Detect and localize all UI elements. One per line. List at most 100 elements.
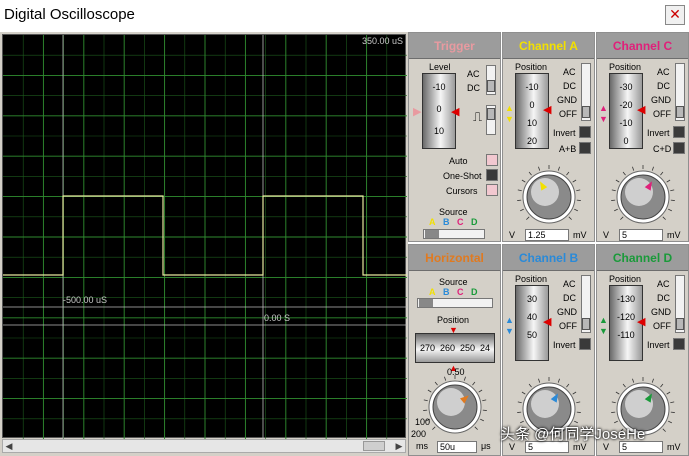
ch-d-coupling-switch[interactable] [675,275,685,333]
horizontal-position-drum[interactable]: 270 260 250 24 [415,333,495,363]
horizontal-source-slider[interactable] [417,298,493,308]
dial-tick [557,378,560,383]
ch-c-updown-icon[interactable]: ▲ ▼ [599,103,608,125]
ch-c-unit-v: V [603,230,610,240]
cursors-toggle[interactable] [486,184,498,196]
h-pos-tick: 270 [420,343,436,353]
h-source-d[interactable]: D [471,287,478,297]
timebase-dial-mid: 100 [415,417,431,427]
close-button[interactable]: ✕ [665,5,685,25]
ch-c-pos-tick: 0 [623,136,629,146]
one-shot-toggle[interactable] [486,169,498,181]
scroll-left-icon[interactable]: ◀ [3,440,15,452]
source-b[interactable]: B [443,217,450,227]
scope-screen-area: 350.00 uS -500.00 uS 0.00 S ◀ ▶ [0,32,408,456]
h-source-b[interactable]: B [443,287,450,297]
dial-tick [572,391,577,395]
dial-tick [651,166,654,171]
ch-d-pos-tick: -130 [616,294,635,304]
dial-tick [521,391,526,395]
dial-tick [444,376,447,381]
dial-tick [670,401,675,404]
ch-a-sum-toggle[interactable] [579,142,591,154]
dial-tick [519,208,524,212]
source-d[interactable]: D [471,217,478,227]
timebase-dial-low: 200 [411,429,427,439]
dial-tick [572,179,577,183]
ch-c-marker-icon: ◀ [637,104,646,116]
h-pos-tick: 260 [440,343,456,353]
ch-d-unit: mV [667,442,681,452]
dial-highlight [625,178,653,206]
dial-tick [517,189,522,192]
ch-c-sum-label: C+D [653,144,672,154]
auto-toggle[interactable] [486,154,498,166]
ch-c-title: Channel C [597,33,688,59]
ch-a-readout[interactable]: 1.25 [525,229,569,241]
ch-a-unit-v: V [509,230,516,240]
ch-c-volts-dial[interactable] [597,157,689,229]
ch-d-title: Channel D [597,245,688,271]
ch-a-volts-dial[interactable] [503,157,596,229]
trigger-coupling-switch[interactable] [486,65,496,95]
ch-c-coupling-switch[interactable] [675,63,685,121]
ch-b-pos-tick: 50 [526,330,537,340]
trigger-title: Trigger [409,33,500,59]
dial-tick [666,391,671,395]
dial-tick [651,378,654,383]
ch-c-pos-tick: -30 [619,82,633,92]
dial-tick [574,208,579,212]
auto-label: Auto [449,156,468,166]
ch-c-invert-toggle[interactable] [673,126,685,138]
ch-a-title: Channel A [503,33,594,59]
trigger-panel: Trigger Level -10 0 10 ▶ ◀ AC DC ⎍ Auto … [408,32,501,242]
ch-c-ac: AC [657,67,670,77]
one-shot-label: One-Shot [443,171,482,181]
horizontal-scrollbar[interactable]: ◀ ▶ [2,439,406,453]
h-pos-tick: 24 [480,343,491,353]
ch-c-unit: mV [667,230,681,240]
channel-c-panel: Channel C Position ▲ ▼ -30 -20 -10 0 ◀ AC DC… [596,32,689,242]
scroll-thumb[interactable] [363,441,385,451]
dial-tick [538,166,541,171]
trigger-edge-switch[interactable] [486,105,496,135]
level-tick: -10 [432,82,446,92]
ch-b-updown-icon[interactable]: ▲ ▼ [505,315,514,337]
scroll-right-icon[interactable]: ▶ [393,440,405,452]
ch-a-updown-icon[interactable]: ▲ ▼ [505,103,514,125]
trigger-source-slider[interactable] [423,229,485,239]
ch-d-pos-tick: -110 [617,330,635,340]
dial-tick [662,216,666,220]
dial-tick [427,389,432,393]
ch-a-unit: mV [573,230,587,240]
ch-b-invert-toggle[interactable] [579,338,591,350]
time-range-label: 350.00 uS [361,36,403,46]
ch-d-marker-icon: ◀ [637,316,646,328]
ch-a-coupling-switch[interactable] [581,63,591,121]
ch-d-invert-toggle[interactable] [673,338,685,350]
trigger-source-label: Source [439,207,468,217]
ch-d-updown-icon[interactable]: ▲ ▼ [599,315,608,337]
ch-c-readout[interactable]: 5 [619,229,663,241]
ch-b-coupling-switch[interactable] [581,275,591,333]
ch-c-sum-toggle[interactable] [673,142,685,154]
h-source-c[interactable]: C [457,287,464,297]
source-c[interactable]: C [457,217,464,227]
timebase-readout[interactable]: 50u [437,441,477,453]
dial-tick [660,383,664,388]
dial-tick [670,189,675,192]
cursor-left-label: -500.00 uS [63,295,108,305]
h-source-a[interactable]: A [429,287,436,297]
ch-b-marker-icon: ◀ [543,316,552,328]
level-tick: 10 [433,126,444,136]
h-pos-tick: 250 [460,343,476,353]
ch-b-title: Channel B [503,245,594,271]
ch-a-off: OFF [559,109,577,119]
dial-tick [632,378,635,383]
source-a[interactable]: A [429,217,436,227]
ch-a-sum-label: A+B [559,144,577,154]
ch-a-invert-toggle[interactable] [579,126,591,138]
dial-tick [538,378,541,383]
channel-a-panel: Channel A Position ▲ ▼ -10 0 10 20 ◀ AC DC G… [502,32,595,242]
trigger-dc-label: DC [467,83,480,93]
